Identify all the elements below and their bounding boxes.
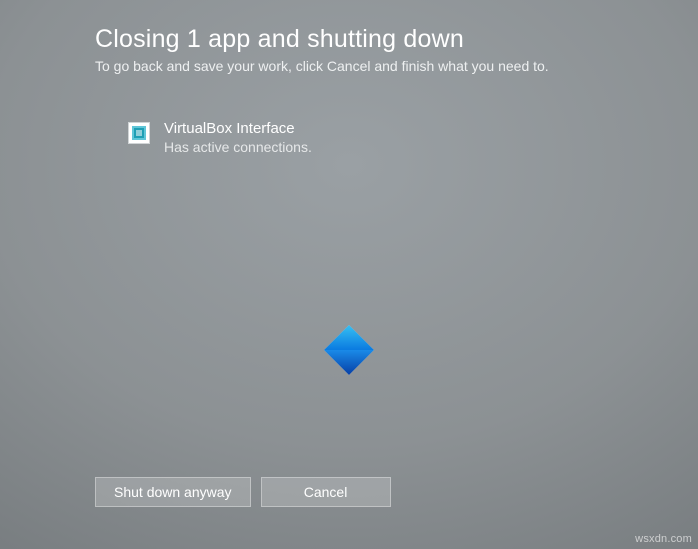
shutdown-screen: Closing 1 app and shutting down To go ba…	[0, 0, 698, 549]
page-subtitle: To go back and save your work, click Can…	[95, 58, 668, 74]
blocking-app-name: VirtualBox Interface	[164, 120, 312, 138]
page-title: Closing 1 app and shutting down	[95, 25, 668, 54]
blocking-app-row: VirtualBox Interface Has active connecti…	[128, 120, 312, 156]
header-block: Closing 1 app and shutting down To go ba…	[95, 25, 668, 74]
shut-down-anyway-button[interactable]: Shut down anyway	[95, 477, 251, 507]
cancel-button[interactable]: Cancel	[261, 477, 391, 507]
blocking-app-text: VirtualBox Interface Has active connecti…	[164, 120, 312, 156]
watermark-text: wsxdn.com	[635, 533, 692, 545]
button-row: Shut down anyway Cancel	[95, 477, 391, 507]
blocking-app-status: Has active connections.	[164, 138, 312, 156]
virtualbox-icon	[128, 122, 150, 144]
windows-logo-icon	[322, 323, 376, 377]
